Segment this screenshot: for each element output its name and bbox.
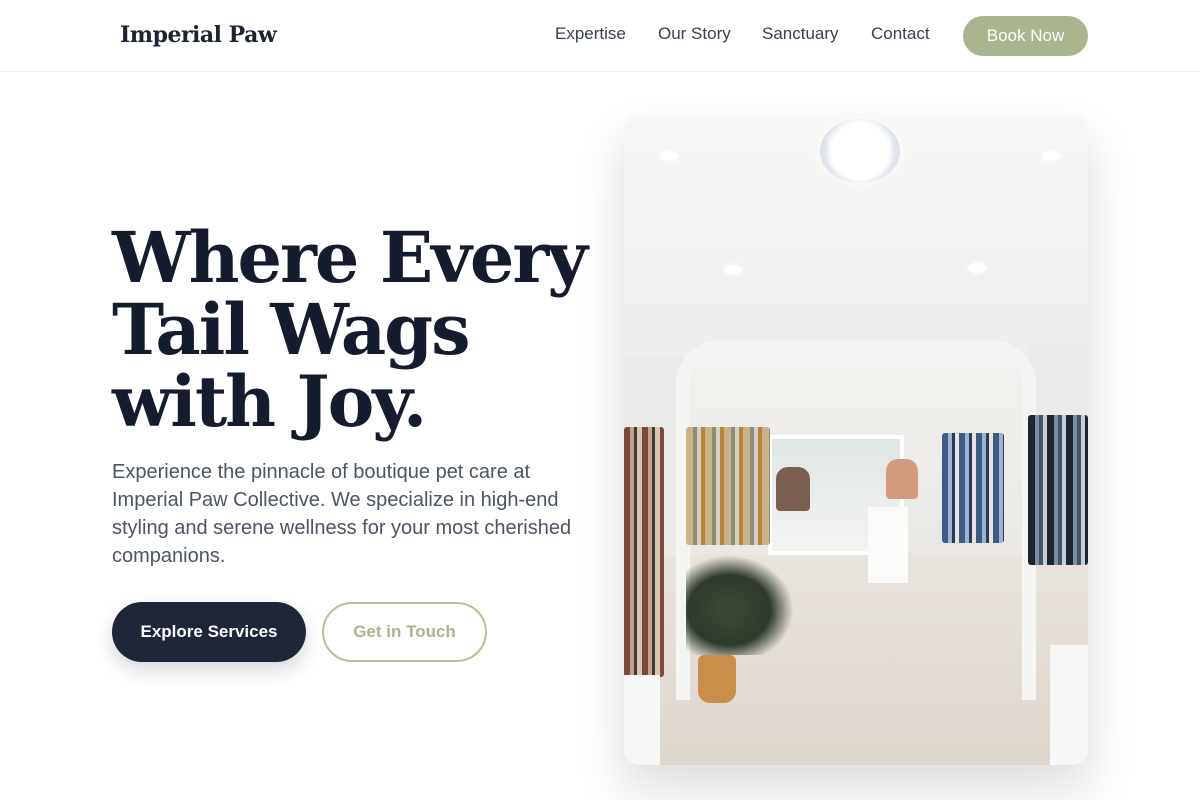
mannequin [776,467,810,511]
cabinet [624,675,660,765]
plant [686,555,794,655]
clothing-rack [1028,415,1088,565]
nav-link-expertise[interactable]: Expertise [555,24,626,44]
hero-title-line-1: Where Every [112,216,588,299]
hero-title-line-3: with Joy. [112,360,427,443]
hero-title-line-2: Tail Wags [112,288,471,371]
plant-pot [698,655,736,703]
spotlight [968,263,986,273]
clothing-rack [942,433,1004,543]
clothing-rack [624,427,664,677]
book-now-button[interactable]: Book Now [963,16,1088,56]
spotlight [1042,151,1060,161]
nav-link-our-story[interactable]: Our Story [658,24,731,44]
ceiling-light [820,119,900,183]
explore-services-button[interactable]: Explore Services [112,602,306,662]
mannequin [886,459,918,499]
site-header: Imperial Paw Expertise Our Story Sanctua… [0,0,1200,72]
hero-title: Where Every Tail Wags with Joy. [112,216,588,443]
clothing-rack [686,427,770,545]
cabinet [1050,645,1088,765]
hero-image-boutique-interior [624,115,1088,765]
nav-link-sanctuary[interactable]: Sanctuary [762,24,839,44]
get-in-touch-button[interactable]: Get in Touch [322,602,487,662]
hero-description: Experience the pinnacle of boutique pet … [112,461,572,567]
counter [868,507,908,583]
nav-link-contact[interactable]: Contact [871,24,930,44]
spotlight [660,151,678,161]
spotlight [724,265,742,275]
